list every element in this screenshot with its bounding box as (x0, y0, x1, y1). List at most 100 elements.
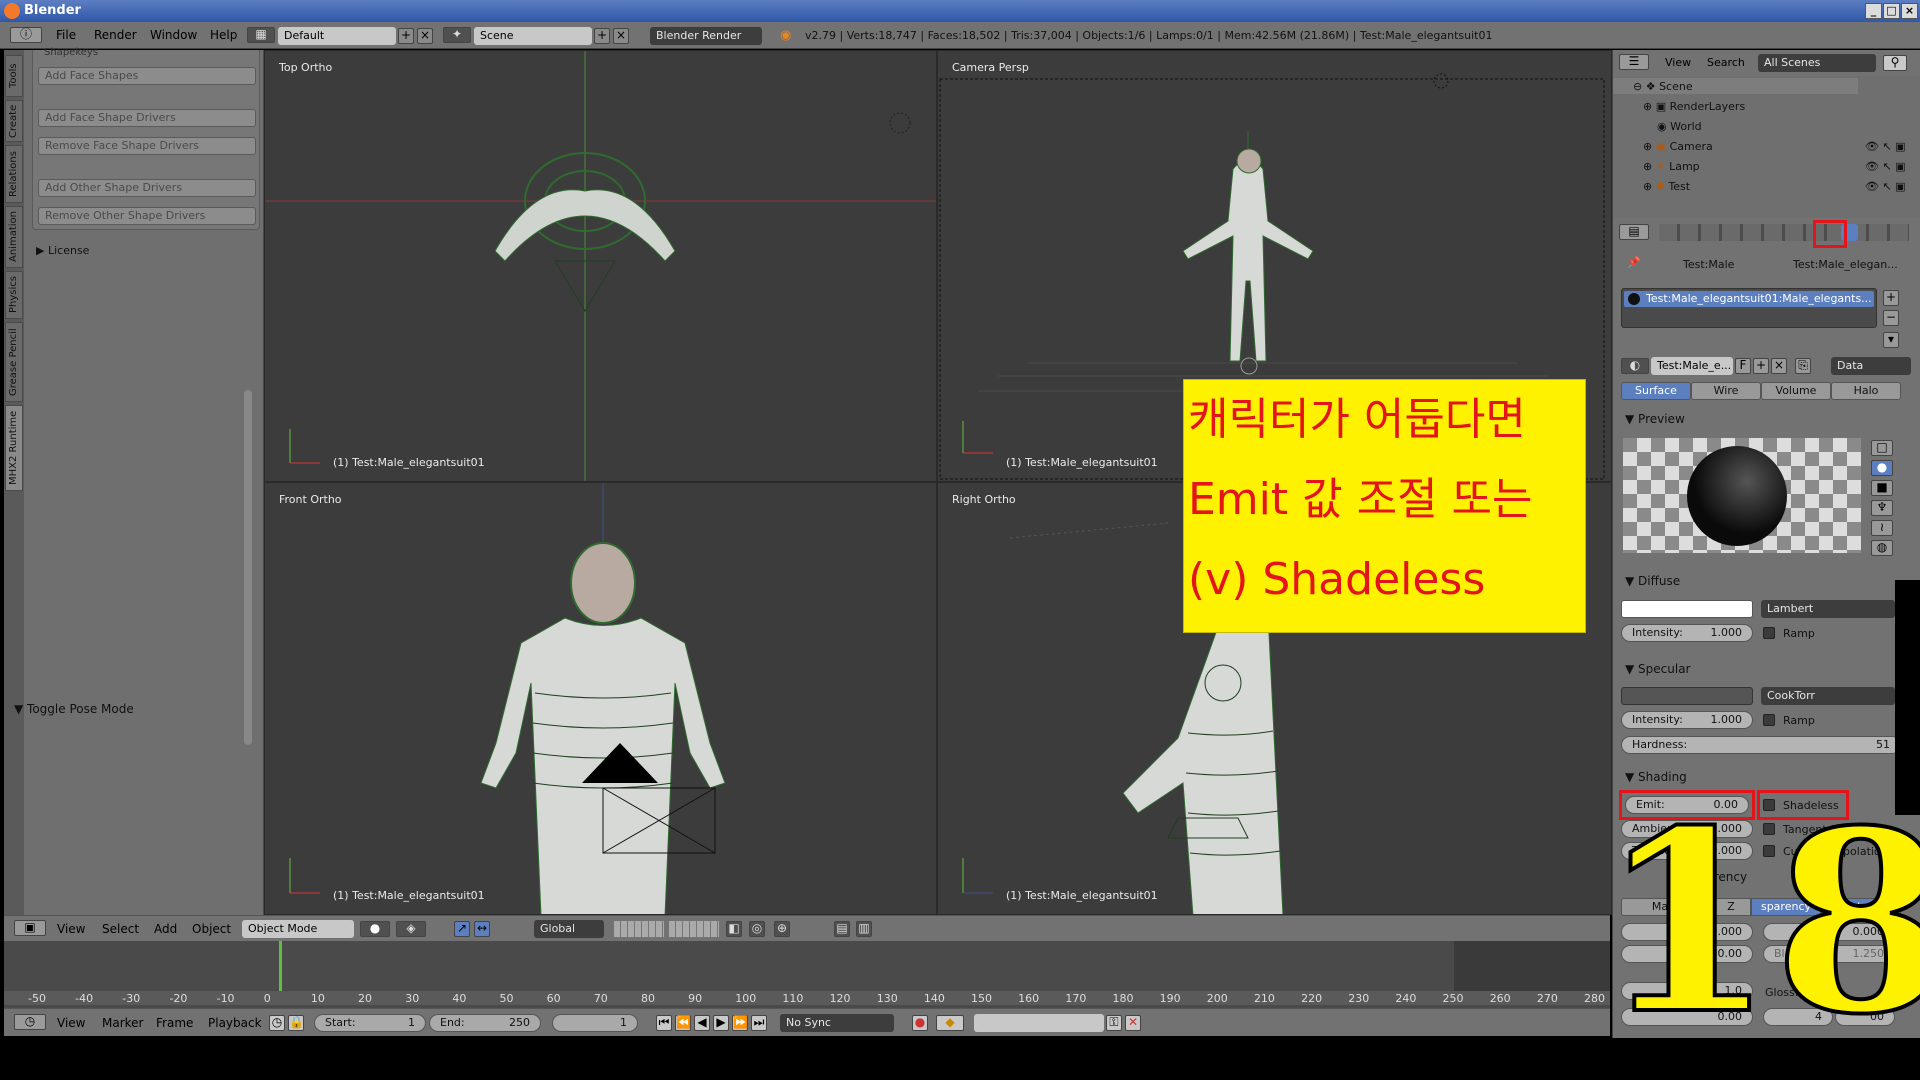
diffuse-color-swatch[interactable] (1621, 600, 1753, 618)
orientation-select[interactable]: Global (534, 920, 604, 938)
tab-volume[interactable]: Volume (1761, 382, 1831, 400)
menu-help[interactable]: Help (210, 28, 237, 42)
close-button[interactable]: × (1901, 3, 1918, 19)
add-face-shapes-button[interactable]: Add Face Shapes (38, 67, 256, 85)
tab-grease-pencil[interactable]: Grease Pencil (5, 322, 23, 402)
mode-select[interactable]: Object Mode (242, 920, 354, 938)
render-engine-select[interactable]: Blender Render (650, 27, 762, 45)
unlink-material-button[interactable]: × (1771, 358, 1787, 374)
menu-marker[interactable]: Marker (102, 1016, 143, 1030)
remove-face-shape-drivers-button[interactable]: Remove Face Shape Drivers (38, 137, 256, 155)
translate-icon[interactable]: ↔ (474, 921, 490, 937)
maximize-button[interactable]: □ (1883, 3, 1900, 19)
add-other-shape-drivers-button[interactable]: Add Other Shape Drivers (38, 179, 256, 197)
properties-context-tabs[interactable] (1659, 224, 1909, 241)
pin-icon[interactable]: 📌 (1627, 256, 1641, 269)
insert-keyframe-icon[interactable]: ⚿ (1106, 1015, 1122, 1031)
layers-grid[interactable] (614, 921, 664, 937)
slot-menu-button[interactable]: ▾ (1883, 332, 1899, 348)
minimize-button[interactable]: _ (1865, 3, 1882, 19)
properties-editor-type-button[interactable]: ▤ (1619, 224, 1649, 240)
copy-material-icon[interactable]: ⎘ (1795, 358, 1811, 374)
end-frame-field[interactable]: End: 250 (429, 1014, 541, 1032)
diffuse-ramp-checkbox[interactable] (1763, 627, 1775, 639)
menu-file[interactable]: File (56, 28, 76, 42)
menu-object[interactable]: Object (192, 922, 231, 936)
play-reverse-icon[interactable]: ◀ (694, 1015, 710, 1031)
record-icon[interactable]: ● (912, 1015, 928, 1031)
jump-end-icon[interactable]: ⏭ (751, 1015, 767, 1031)
layout-select[interactable]: Default (278, 27, 396, 45)
specular-color-swatch[interactable] (1621, 687, 1753, 705)
tab-relations[interactable]: Relations (5, 145, 23, 203)
timeline-editor-type-button[interactable]: ◷ (14, 1014, 46, 1030)
remove-slot-button[interactable]: − (1883, 310, 1899, 326)
new-material-button[interactable]: + (1753, 358, 1769, 374)
render-icon[interactable]: ◧ (726, 921, 742, 937)
browse-material-icon[interactable]: ◐ (1621, 358, 1649, 374)
outliner-item-lamp[interactable]: ⊕ ☀ Lamp (1643, 160, 1700, 173)
opengl-anim-icon[interactable]: ▥ (856, 921, 872, 937)
search-icon[interactable]: ⚲ (1883, 55, 1907, 71)
current-frame-field[interactable]: 1 (552, 1014, 638, 1032)
proportional-edit-icon[interactable]: ◎ (749, 921, 765, 937)
diffuse-intensity-field[interactable]: Intensity: 1.000 (1621, 624, 1753, 642)
add-face-shape-drivers-button[interactable]: Add Face Shape Drivers (38, 109, 256, 127)
menu-add[interactable]: Add (154, 922, 177, 936)
menu-window[interactable]: Window (150, 28, 197, 42)
material-name-field[interactable]: Test:Male_e... (1651, 357, 1733, 375)
menu-render[interactable]: Render (94, 28, 137, 42)
outliner-item-camera[interactable]: ⊕ ▣ Camera (1643, 140, 1713, 153)
info-editor-type-button[interactable]: ⓘ (10, 27, 42, 43)
diffuse-shader-select[interactable]: Lambert (1761, 600, 1895, 618)
layers-grid[interactable] (669, 921, 719, 937)
delete-keyframe-icon[interactable]: ✕ (1125, 1015, 1141, 1031)
outliner-item-test[interactable]: ⊕ ✱ Test (1643, 180, 1690, 193)
timeline-area[interactable]: -50 -40 -30 -20 -10 0 10 20 30 40 50 60 70 80 90 100 110… (4, 941, 1610, 1011)
tab-physics[interactable]: Physics (5, 271, 23, 319)
lock-icon[interactable]: 🔒 (288, 1015, 304, 1031)
current-frame-marker[interactable] (279, 941, 282, 991)
start-frame-field[interactable]: Start: 1 (314, 1014, 426, 1032)
pivot-point-icon[interactable]: ◈ (396, 921, 426, 937)
remove-scene-button[interactable]: × (613, 28, 629, 44)
preview-hair-icon[interactable]: ≀ (1871, 520, 1893, 536)
manipulator-toggle-icon[interactable]: ↗ (454, 921, 470, 937)
outliner-filter-select[interactable]: All Scenes (1758, 54, 1876, 72)
add-slot-button[interactable]: + (1883, 290, 1899, 306)
toolshelf-scrollbar[interactable] (244, 390, 252, 745)
outliner-menu-search[interactable]: Search (1707, 56, 1745, 69)
outliner-item-world[interactable]: ◉ World (1657, 120, 1702, 133)
specular-shader-select[interactable]: CookTorr (1761, 687, 1895, 705)
fake-user-button[interactable]: F (1735, 358, 1751, 374)
outliner-menu-view[interactable]: View (1665, 56, 1691, 69)
jump-keyframe-forward-icon[interactable]: ⏩ (732, 1015, 748, 1031)
menu-playback[interactable]: Playback (208, 1016, 262, 1030)
preview-flat-icon[interactable]: □ (1871, 440, 1893, 456)
remove-other-shape-drivers-button[interactable]: Remove Other Shape Drivers (38, 207, 256, 225)
outliner-editor-type-button[interactable]: ☰ (1619, 54, 1649, 70)
shading-mode-icon[interactable]: ● (360, 921, 390, 937)
visibility-eye-icon[interactable]: 👁 ↖ ▣ (1865, 160, 1906, 173)
preview-panel-header[interactable]: ▼ Preview (1625, 412, 1685, 426)
scene-select[interactable]: Scene (474, 27, 592, 45)
material-slot-list[interactable]: Test:Male_elegantsuit01:Male_elegants... (1621, 288, 1877, 328)
tab-surface[interactable]: Surface (1621, 382, 1691, 400)
tab-mhx2-runtime[interactable]: MHX2 Runtime (5, 405, 23, 491)
toggle-pose-panel-header[interactable]: ▼ Toggle Pose Mode (14, 702, 134, 716)
preview-sphere-icon[interactable]: ● (1871, 460, 1893, 476)
outliner-item-renderlayers[interactable]: ⊕ ▣ RenderLayers (1643, 100, 1745, 113)
tab-tools[interactable]: Tools (5, 55, 23, 97)
scene-icon[interactable]: ✦ (443, 27, 471, 43)
preview-monkey-icon[interactable]: ♆ (1871, 500, 1893, 516)
preview-range-icon[interactable]: ◷ (269, 1015, 285, 1031)
diffuse-panel-header[interactable]: ▼ Diffuse (1625, 574, 1680, 588)
opengl-render-icon[interactable]: ▤ (834, 921, 850, 937)
specular-ramp-checkbox[interactable] (1763, 714, 1775, 726)
material-slot-item[interactable]: Test:Male_elegantsuit01:Male_elegants... (1624, 291, 1874, 307)
add-layout-button[interactable]: + (398, 28, 414, 44)
menu-select[interactable]: Select (102, 922, 139, 936)
jump-keyframe-back-icon[interactable]: ⏪ (675, 1015, 691, 1031)
tab-halo[interactable]: Halo (1831, 382, 1901, 400)
menu-view[interactable]: View (57, 1016, 85, 1030)
